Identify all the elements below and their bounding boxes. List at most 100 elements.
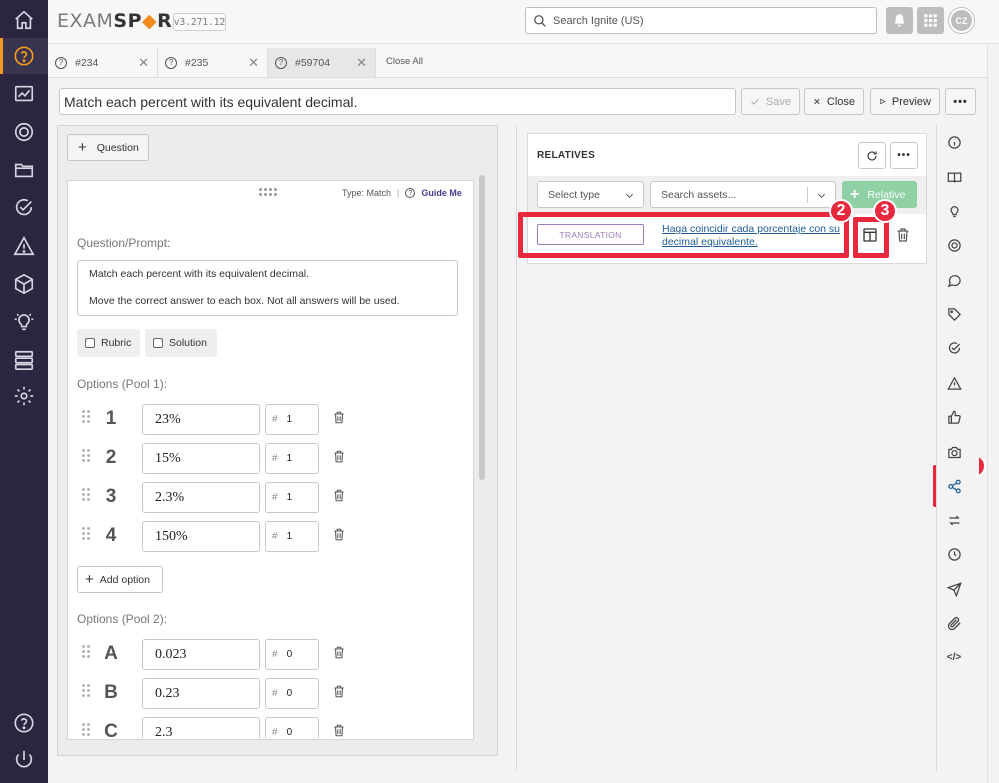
help-icon[interactable] [0, 705, 48, 741]
save-button[interactable]: Save [741, 88, 800, 115]
question-icon: ? [165, 56, 177, 69]
code-icon[interactable]: </> [937, 640, 971, 674]
info-icon[interactable] [937, 125, 971, 159]
camera-icon[interactable] [937, 435, 971, 469]
search-assets-input[interactable]: Search assets... [650, 181, 836, 208]
tab-235[interactable]: ? #235 ✕ [158, 48, 268, 77]
drag-handle-icon[interactable] [82, 645, 90, 658]
solution-checkbox[interactable]: Solution [145, 329, 217, 357]
option-count-input[interactable]: #0 [265, 717, 319, 738]
checkbox-icon [85, 338, 95, 348]
trash-icon[interactable] [332, 527, 346, 542]
question-title-input[interactable]: Match each percent with its equivalent d… [59, 88, 736, 115]
chart-icon[interactable] [0, 76, 48, 112]
user-avatar[interactable]: CZ [949, 8, 974, 33]
option-value-input[interactable]: 0.23 [142, 678, 260, 709]
book-icon[interactable] [937, 160, 971, 194]
more-button[interactable]: ••• [945, 88, 976, 115]
pool1-label: Options (Pool 1): [77, 377, 168, 391]
server-icon[interactable] [0, 342, 48, 378]
add-question-button[interactable]: + Question [67, 134, 149, 161]
option-count-input[interactable]: #1 [265, 404, 319, 435]
prompt-label: Question/Prompt: [77, 236, 171, 250]
tab-59704[interactable]: ? #59704 ✕ [268, 48, 376, 77]
question-icon[interactable] [0, 38, 48, 74]
drag-handle-icon[interactable] [82, 410, 90, 423]
option-key: 4 [105, 525, 117, 546]
drag-handle-icon[interactable] [82, 527, 90, 540]
swap-icon[interactable] [937, 503, 971, 537]
relatives-more-button[interactable]: ••• [890, 142, 918, 169]
cube-icon[interactable] [0, 266, 48, 302]
tag-icon[interactable] [937, 297, 971, 331]
guide-icon: ? [405, 188, 416, 198]
target-icon[interactable] [937, 228, 971, 262]
warning-icon[interactable] [937, 366, 971, 400]
editor-scrollbar[interactable] [479, 175, 485, 480]
add-option-label: Add option [99, 573, 150, 586]
drag-handle-icon[interactable] [259, 188, 277, 196]
guide-me-link[interactable]: Guide Me [421, 188, 462, 198]
notifications-button[interactable] [886, 7, 913, 34]
drag-handle-icon[interactable] [82, 449, 90, 462]
search-input[interactable]: Search Ignite (US) [525, 7, 877, 34]
lightbulb-icon[interactable] [0, 304, 48, 340]
lightbulb-icon[interactable] [937, 194, 971, 228]
apps-button[interactable] [917, 7, 944, 34]
drag-handle-icon[interactable] [82, 684, 90, 697]
option-count-input[interactable]: #1 [265, 443, 319, 474]
option-count-input[interactable]: #0 [265, 678, 319, 709]
close-icon [814, 98, 820, 105]
option-count-input[interactable]: #0 [265, 639, 319, 670]
trash-icon[interactable] [895, 227, 911, 243]
trash-icon[interactable] [332, 488, 346, 503]
check-icon[interactable] [937, 331, 971, 365]
trash-icon[interactable] [332, 410, 346, 425]
rubric-checkbox[interactable]: Rubric [77, 329, 140, 357]
clock-icon[interactable] [937, 537, 971, 571]
close-icon[interactable]: ✕ [356, 55, 367, 71]
pool2-label: Options (Pool 2): [77, 612, 168, 626]
trash-icon[interactable] [332, 645, 346, 660]
option-value-input[interactable]: 23% [142, 404, 260, 435]
check-circle-icon[interactable] [0, 190, 48, 226]
option-value-input[interactable]: 15% [142, 443, 260, 474]
option-value-input[interactable]: 2.3 [142, 717, 260, 738]
paperclip-icon[interactable] [937, 606, 971, 640]
tab-label: #59704 [295, 56, 331, 69]
drag-handle-icon[interactable] [82, 488, 90, 501]
home-icon[interactable] [0, 2, 48, 38]
settings-icon[interactable] [0, 378, 48, 414]
checkbox-icon [153, 338, 163, 348]
add-option-button[interactable]: + Add option [77, 566, 163, 593]
prompt-textarea[interactable]: Match each percent with its equivalent d… [77, 260, 458, 316]
share-icon[interactable] [937, 469, 971, 503]
option-count-input[interactable]: #1 [265, 482, 319, 513]
power-icon[interactable] [0, 742, 48, 778]
tab-234[interactable]: ? #234 ✕ [48, 48, 158, 77]
close-all-link[interactable]: Close All [386, 56, 423, 67]
trash-icon[interactable] [332, 723, 346, 738]
send-icon[interactable] [937, 572, 971, 606]
trash-icon[interactable] [332, 449, 346, 464]
close-button[interactable]: Close [804, 88, 864, 115]
option-key: A [104, 643, 118, 664]
option-value-input[interactable]: 150% [142, 521, 260, 552]
page-scrollbar[interactable] [987, 44, 999, 783]
folder-icon[interactable] [0, 152, 48, 188]
close-icon[interactable]: ✕ [248, 55, 259, 71]
trash-icon[interactable] [332, 684, 346, 699]
drag-handle-icon[interactable] [82, 723, 90, 736]
hash-icon: # [272, 531, 278, 542]
chat-icon[interactable] [937, 263, 971, 297]
warning-icon[interactable] [0, 228, 48, 264]
preview-button[interactable]: Preview [870, 88, 940, 115]
option-value-input[interactable]: 0.023 [142, 639, 260, 670]
option-value-input[interactable]: 2.3% [142, 482, 260, 513]
target-icon[interactable] [0, 114, 48, 150]
refresh-button[interactable] [858, 142, 886, 169]
select-type-dropdown[interactable]: Select type [537, 181, 644, 208]
option-count-input[interactable]: #1 [265, 521, 319, 552]
thumbs-up-icon[interactable] [937, 400, 971, 434]
close-icon[interactable]: ✕ [138, 55, 149, 71]
